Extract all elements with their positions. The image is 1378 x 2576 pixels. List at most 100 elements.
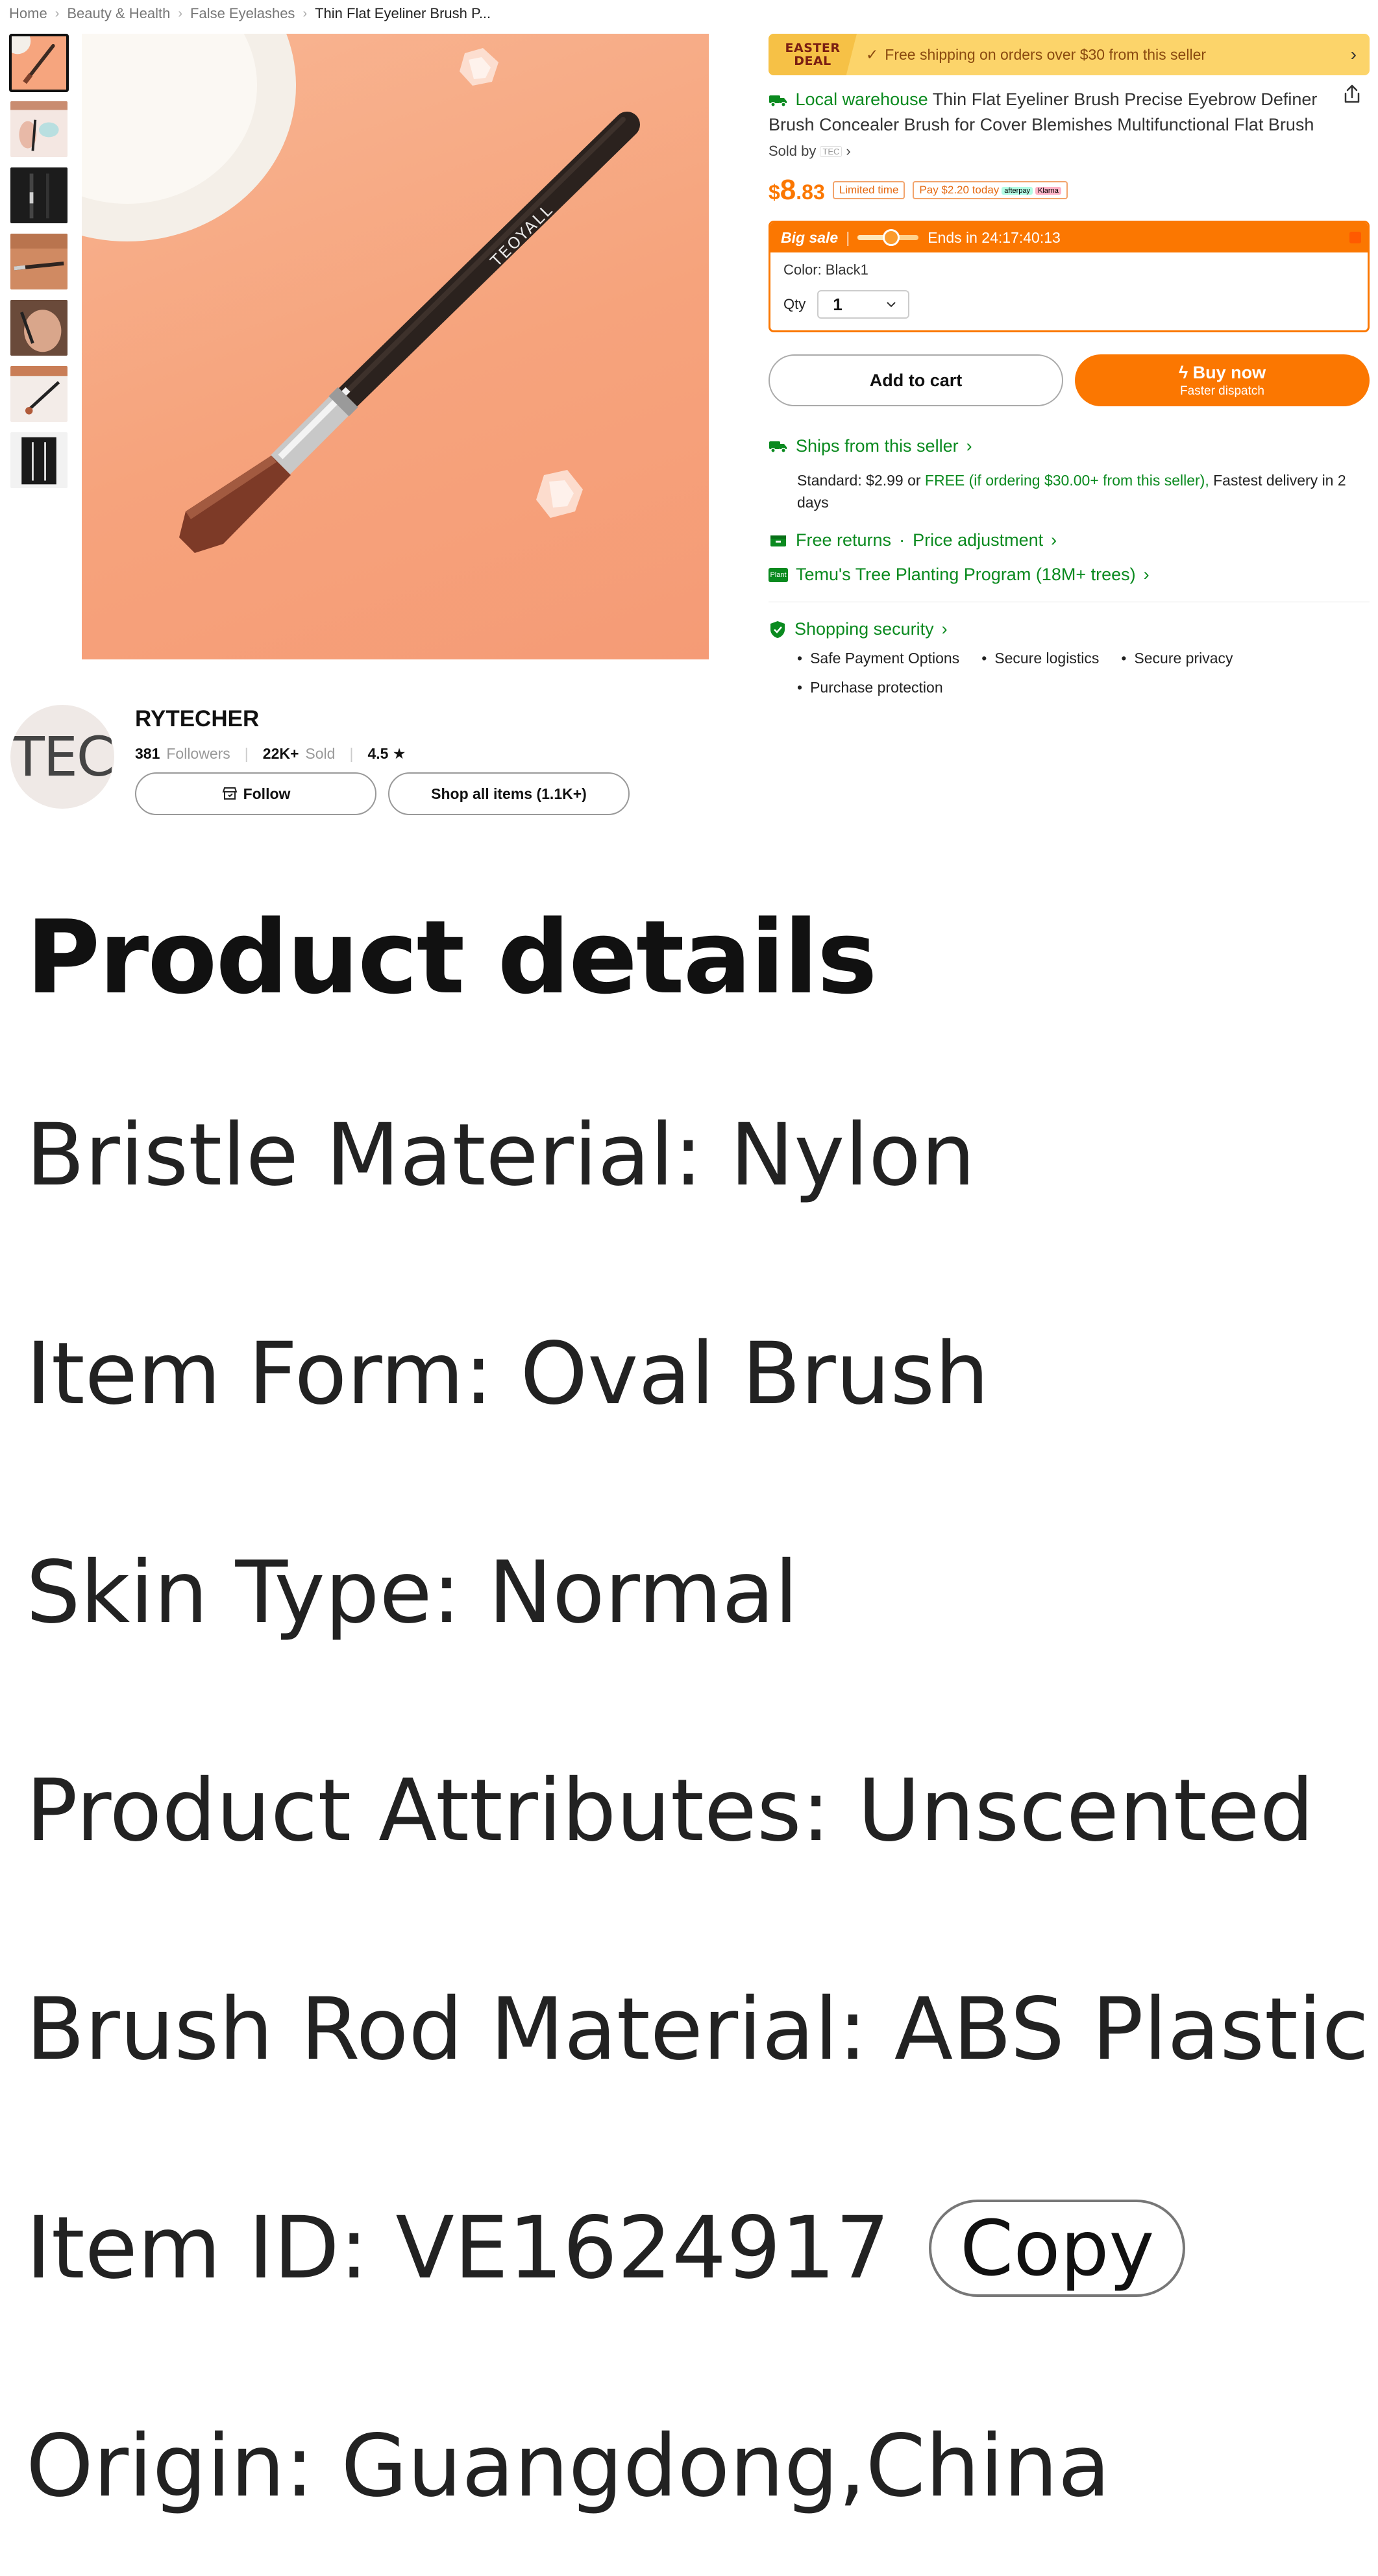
thumbnail-2[interactable] bbox=[9, 100, 69, 158]
easter-deal-badge: EASTER DEAL bbox=[769, 34, 857, 75]
price-cents: .83 bbox=[796, 180, 825, 204]
pay-today-badge[interactable]: Pay $2.20 today afterpay Klarna bbox=[913, 181, 1068, 199]
add-to-cart-button[interactable]: Add to cart bbox=[769, 354, 1063, 406]
sale-box: Big sale | Ends in 24:17:40:13 Color: Bl… bbox=[769, 221, 1370, 332]
product-thumbnail-image bbox=[29, 173, 49, 219]
lightning-icon: ϟ bbox=[1178, 362, 1193, 382]
divider: | bbox=[349, 745, 354, 762]
price: $8.83 bbox=[769, 174, 825, 206]
product-thumbnail-image bbox=[10, 101, 68, 151]
detail-row-product-attributes: Product Attributes: Unscented bbox=[26, 1759, 1314, 1863]
main-product-image[interactable]: TEOYALL bbox=[82, 34, 709, 659]
product-details-section: Product details Bristle Material: Nylon … bbox=[26, 896, 1369, 2516]
sale-header: Big sale | Ends in 24:17:40:13 bbox=[770, 223, 1368, 252]
store-avatar[interactable]: TEC bbox=[10, 705, 114, 809]
store-stats: 381 Followers | 22K+ Sold | 4.5 ★ bbox=[135, 745, 406, 763]
store-icon bbox=[222, 787, 237, 800]
security-item: Secure privacy bbox=[1121, 650, 1233, 667]
chevron-down-icon bbox=[887, 302, 896, 308]
limited-time-badge: Limited time bbox=[832, 181, 905, 199]
shipping-section: Ships from this seller › Standard: $2.99… bbox=[769, 436, 1370, 708]
selected-color[interactable]: Color: Black1 bbox=[783, 262, 1355, 278]
thumbnail-3[interactable] bbox=[9, 166, 69, 225]
copy-item-id-button[interactable]: Copy bbox=[929, 2200, 1186, 2297]
breadcrumb-home[interactable]: Home bbox=[9, 5, 47, 22]
product-thumbnail-image bbox=[21, 437, 56, 485]
sold-count: 22K+ bbox=[262, 745, 299, 762]
sale-corner-badge bbox=[1349, 232, 1361, 243]
followers-count: 381 bbox=[135, 745, 160, 762]
thumbnail-6[interactable] bbox=[9, 365, 69, 423]
afterpay-logo: afterpay bbox=[1002, 187, 1033, 195]
detail-row-item-id: Item ID: VE1624917 Copy bbox=[26, 2196, 1186, 2300]
thumbnail-list bbox=[9, 34, 69, 497]
product-details-heading: Product details bbox=[26, 898, 878, 1016]
ships-from-seller-link[interactable]: Ships from this seller › bbox=[769, 436, 1370, 456]
followers-label: Followers bbox=[166, 745, 230, 762]
price-adjustment-text: Price adjustment bbox=[913, 530, 1044, 550]
detail-row-brush-rod-material: Brush Rod Material: ABS Plastic bbox=[26, 1978, 1369, 2081]
breadcrumb-current: Thin Flat Eyeliner Brush P... bbox=[315, 5, 491, 21]
security-list: Safe Payment Options Secure logistics Se… bbox=[797, 650, 1290, 708]
pay-today-text: Pay $2.20 today bbox=[919, 184, 1000, 196]
promo-banner[interactable]: EASTER DEAL ✓ Free shipping on orders ov… bbox=[769, 34, 1370, 75]
detail-row-item-form: Item Form: Oval Brush bbox=[26, 1322, 989, 1426]
store-name[interactable]: RYTECHER bbox=[135, 706, 259, 732]
shopping-security-link[interactable]: Shopping security › bbox=[769, 619, 1370, 639]
seller-logo: TEC bbox=[820, 145, 843, 157]
add-to-cart-label: Add to cart bbox=[869, 370, 963, 390]
sold-label: Sold bbox=[305, 745, 336, 762]
detail-row-origin: Origin: Guangdong,China bbox=[26, 2414, 1111, 2518]
thumbnail-7[interactable] bbox=[9, 431, 69, 489]
divider: | bbox=[846, 228, 850, 246]
sale-body: Color: Black1 Qty 1 bbox=[770, 252, 1368, 330]
qty-label: Qty bbox=[783, 296, 806, 312]
chevron-right-icon: › bbox=[941, 619, 948, 639]
truck-icon bbox=[769, 441, 787, 453]
badge-line-1: EASTER bbox=[785, 41, 841, 55]
thumbnail-5[interactable] bbox=[9, 299, 69, 357]
tree-planting-link[interactable]: Plant Temu's Tree Planting Program (18M+… bbox=[769, 565, 1370, 585]
chevron-right-icon[interactable]: › bbox=[1351, 44, 1357, 65]
detail-row-skin-type: Skin Type: Normal bbox=[26, 1541, 798, 1645]
return-box-icon bbox=[770, 535, 786, 546]
detail-text: Skin Type: Normal bbox=[26, 1543, 798, 1643]
quantity-select[interactable]: 1 bbox=[817, 290, 910, 319]
store-avatar-text: TEC bbox=[11, 725, 114, 789]
price-row: $8.83 Limited time Pay $2.20 today afterp… bbox=[769, 174, 1370, 206]
shop-all-items-button[interactable]: Shop all items (1.1K+) bbox=[388, 772, 630, 815]
free-returns-text: Free returns bbox=[796, 530, 892, 550]
dot-separator: · bbox=[899, 530, 905, 550]
breadcrumb-false-eyelashes[interactable]: False Eyelashes bbox=[190, 5, 295, 22]
sold-by-label: Sold by bbox=[769, 143, 817, 159]
free-shipping-note: FREE (if ordering $30.00+ from this sell… bbox=[924, 472, 1209, 489]
purchase-buttons: Add to cart ϟ Buy now Faster dispatch bbox=[769, 354, 1370, 406]
tree-planting-text: Temu's Tree Planting Program (18M+ trees… bbox=[796, 565, 1136, 584]
follow-label: Follow bbox=[243, 785, 291, 802]
breadcrumb-beauty-health[interactable]: Beauty & Health bbox=[67, 5, 170, 22]
plant-icon: Plant bbox=[769, 567, 788, 582]
check-icon: ✓ bbox=[866, 45, 879, 63]
product-info-panel: EASTER DEAL ✓ Free shipping on orders ov… bbox=[769, 34, 1370, 708]
detail-text: Brush Rod Material: ABS Plastic bbox=[26, 1980, 1370, 2079]
sold-by[interactable]: Sold by TEC › bbox=[769, 143, 1370, 160]
thumbnail-1[interactable] bbox=[9, 34, 69, 92]
security-item: Purchase protection bbox=[797, 679, 943, 696]
sale-progress-knob bbox=[882, 229, 900, 246]
detail-text: Bristle Material: Nylon bbox=[26, 1105, 976, 1205]
follow-button[interactable]: Follow bbox=[135, 772, 376, 815]
ships-from-title: Ships from this seller bbox=[796, 436, 959, 456]
shopping-security-title: Shopping security bbox=[794, 619, 934, 639]
truck-icon bbox=[769, 95, 787, 107]
klarna-logo: Klarna bbox=[1035, 187, 1061, 195]
returns-row[interactable]: Free returns · Price adjustment › bbox=[769, 530, 1370, 550]
thumbnail-4[interactable] bbox=[9, 232, 69, 291]
store-rating: 4.5 ★ bbox=[367, 745, 406, 762]
countdown-text: Ends in 24:17:40:13 bbox=[928, 228, 1061, 246]
quantity-row: Qty 1 bbox=[783, 290, 1355, 319]
store-buttons: Follow Shop all items (1.1K+) bbox=[135, 772, 630, 815]
divider: | bbox=[244, 745, 249, 762]
buy-now-button[interactable]: ϟ Buy now Faster dispatch bbox=[1075, 354, 1370, 406]
shipping-details: Standard: $2.99 or FREE (if ordering $30… bbox=[797, 469, 1370, 513]
eyeliner-brush-image: TEOYALL bbox=[82, 34, 640, 553]
